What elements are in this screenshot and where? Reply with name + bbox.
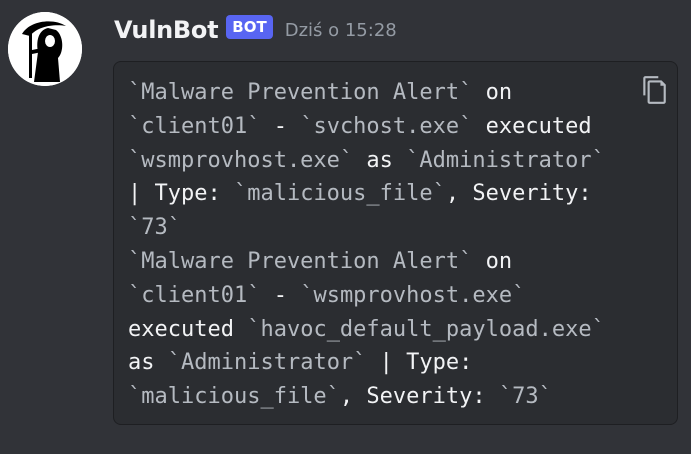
inline-code-token: `svchost.exe` (300, 113, 473, 139)
code-text: , Severity: (445, 181, 592, 207)
inline-code-token: `73` (128, 215, 181, 241)
code-text: as (353, 147, 407, 173)
bot-avatar[interactable] (8, 12, 82, 86)
author-name[interactable]: VulnBot (114, 16, 219, 44)
chat-message: VulnBot BOT Dziś o 15:28 `Malware Preven… (0, 0, 691, 454)
code-text: - (260, 282, 301, 308)
code-block: `Malware Prevention Alert` on `client01` … (113, 61, 678, 425)
inline-code-token: `wsmprovhost.exe` (128, 147, 354, 173)
code-line: `73` (128, 211, 663, 245)
inline-code-token: `malicious_file` (128, 384, 340, 410)
inline-code-token: `client01` (128, 282, 261, 308)
inline-code-token: `client01` (128, 113, 261, 139)
code-line: as `Administrator` | Type: (128, 346, 663, 380)
code-text: - (260, 113, 301, 139)
copy-icon (643, 76, 666, 104)
code-text: | Type: (366, 350, 473, 376)
code-line: | Type: `malicious_file`, Severity: (128, 177, 663, 211)
inline-code-token: `Malware Prevention Alert` (128, 248, 473, 274)
inline-code-token: `Administrator` (167, 350, 367, 376)
copy-button[interactable] (639, 74, 669, 106)
message-timestamp[interactable]: Dziś o 15:28 (285, 20, 397, 41)
code-text: executed (128, 316, 248, 342)
message-header: VulnBot BOT Dziś o 15:28 (114, 12, 397, 48)
inline-code-token: `73` (498, 384, 552, 410)
grim-reaper-icon (8, 12, 82, 86)
code-text: as (128, 350, 168, 376)
inline-code-token: `Administrator` (406, 147, 605, 173)
code-content: `Malware Prevention Alert` on `client01` … (128, 76, 663, 414)
code-line: executed `havoc_default_payload.exe` (128, 313, 663, 347)
inline-code-token: `havoc_default_payload.exe` (247, 316, 605, 342)
code-text: executed (472, 113, 592, 139)
code-line: `client01` - `svchost.exe` executed (128, 110, 663, 144)
bot-badge: BOT (226, 15, 273, 39)
code-line: `Malware Prevention Alert` on (128, 245, 663, 279)
code-line: `client01` - `wsmprovhost.exe` (128, 279, 663, 313)
code-line: `malicious_file`, Severity: `73` (128, 380, 663, 414)
inline-code-token: `wsmprovhost.exe` (300, 282, 526, 308)
code-line: `wsmprovhost.exe` as `Administrator` (128, 144, 663, 178)
code-text: | Type: (128, 181, 234, 207)
code-text: on (472, 248, 513, 274)
code-text: , Severity: (339, 384, 499, 410)
inline-code-token: `malicious_file` (233, 181, 446, 207)
code-line: `Malware Prevention Alert` on (128, 76, 663, 110)
inline-code-token: `Malware Prevention Alert` (128, 80, 473, 105)
code-text: on (472, 80, 513, 105)
